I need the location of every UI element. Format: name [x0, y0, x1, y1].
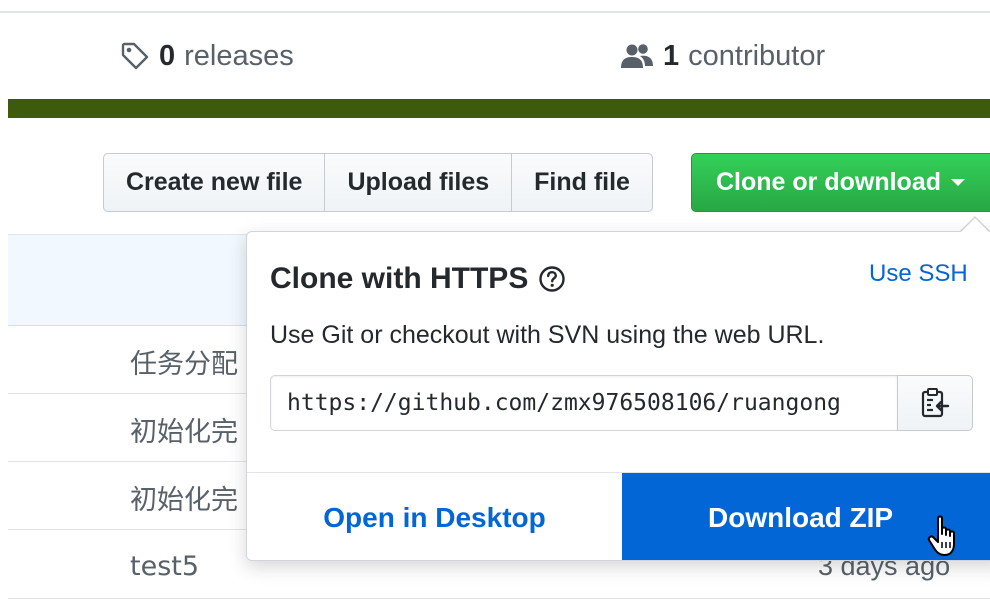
clone-or-download-button[interactable]: Clone or download — [691, 153, 990, 212]
releases-link[interactable]: 0 releases — [120, 36, 294, 76]
clone-title: Clone with HTTPS — [270, 262, 566, 296]
top-divider — [0, 11, 990, 13]
hand-pointer-icon — [927, 515, 955, 556]
dropdown-caret-fill — [961, 218, 989, 232]
clone-dropdown: Clone with HTTPS Use SSH Use Git or chec… — [246, 231, 990, 561]
clone-or-download-label: Clone or download — [716, 168, 941, 196]
use-ssh-link[interactable]: Use SSH — [869, 260, 968, 288]
upload-files-button[interactable]: Upload files — [324, 153, 513, 212]
commit-message[interactable]: 初始化完 — [130, 477, 238, 517]
language-bar[interactable] — [8, 99, 990, 118]
create-new-file-button[interactable]: Create new file — [103, 153, 326, 212]
contributors-link[interactable]: 1 contributor — [620, 36, 825, 76]
contributors-count: 1 — [663, 39, 680, 72]
row-divider — [8, 598, 990, 599]
releases-count: 0 — [159, 39, 176, 72]
contributors-label: contributor — [688, 39, 826, 72]
people-icon — [621, 44, 653, 68]
commit-message[interactable]: test5 — [130, 546, 199, 586]
copy-url-button[interactable] — [897, 375, 973, 431]
find-file-button[interactable]: Find file — [511, 153, 653, 212]
clipboard-icon — [921, 388, 950, 418]
releases-label: releases — [184, 39, 294, 72]
clone-actions: Open in Desktop Download ZIP — [247, 472, 990, 560]
tag-icon — [121, 42, 149, 70]
clone-url-input[interactable] — [270, 375, 898, 431]
file-actions: Create new file Upload files Find file — [103, 153, 653, 212]
open-in-desktop-button[interactable]: Open in Desktop — [247, 473, 622, 560]
caret-down-icon — [951, 179, 965, 186]
commit-message[interactable]: 初始化完 — [130, 409, 238, 449]
clone-url-group — [270, 375, 973, 431]
clone-description: Use Git or checkout with SVN using the w… — [270, 321, 825, 349]
commit-message[interactable]: 任务分配 — [130, 341, 238, 381]
question-icon[interactable] — [538, 265, 566, 293]
clone-title-text: Clone with HTTPS — [270, 262, 529, 295]
